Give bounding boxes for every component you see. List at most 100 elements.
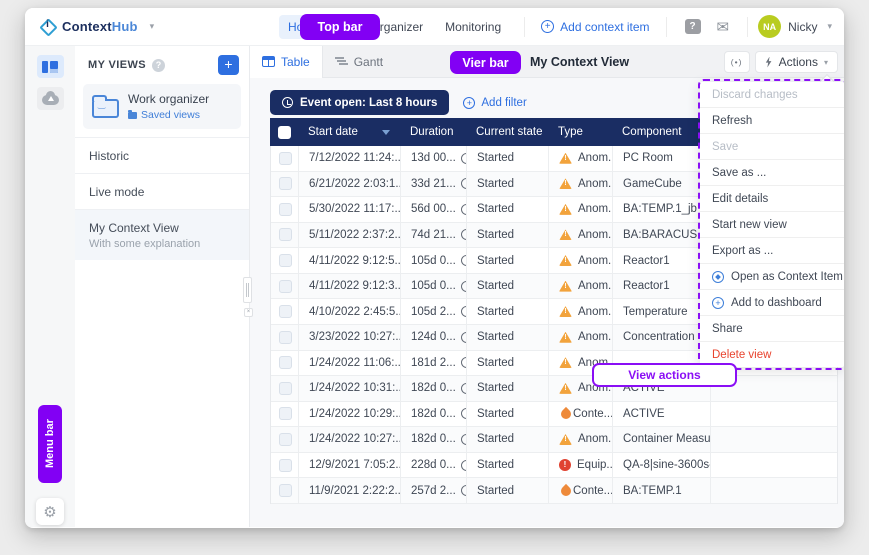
add-context-item-button[interactable]: + Add context item [535,20,655,34]
brand-chevron-down-icon[interactable]: ▾ [150,21,155,32]
menu-item-label: Discard changes [712,89,798,101]
menu-item-open-as-context-item-search[interactable]: Open as Context Item Search [700,264,844,290]
menu-item-label: Start new view [712,219,787,231]
cell-duration: 182d 0... [401,427,467,452]
divider [747,17,748,37]
cell-component: Reactor1 [613,274,711,299]
row-checkbox[interactable] [271,402,299,427]
duration-value: 182d 0... [411,433,456,445]
sidebar-collapse-button[interactable]: × [244,308,253,317]
warning-icon [559,178,572,189]
table-row[interactable]: 11/9/2021 2:22:2...257d 2...StartedConte… [271,478,837,504]
table-row[interactable]: 12/9/2021 7:05:2...228d 0...StartedEquip… [271,453,837,479]
row-checkbox[interactable] [271,478,299,503]
content-icon [559,407,573,421]
settings-button[interactable]: ⚙ [36,498,64,525]
type-label: Anom... [578,178,613,190]
sidebar-resize-handle[interactable] [243,277,252,303]
column-header-comp[interactable]: Component [612,126,710,138]
icon-rail: Menu bar ⚙ [25,46,75,527]
menu-item-share[interactable]: Share [700,316,844,342]
cell-current-state: Started [467,453,549,478]
row-checkbox[interactable] [271,376,299,401]
mail-icon[interactable]: ✉ [717,18,730,36]
row-checkbox[interactable] [271,172,299,197]
column-header-type[interactable]: Type [548,126,612,138]
checkbox-icon [279,459,292,472]
cell-start-date: 5/30/2022 11:17:... [299,197,401,222]
row-checkbox[interactable] [271,274,299,299]
live-mode-button[interactable]: (•) [724,51,750,73]
menu-item-export-as[interactable]: Export as ... [700,238,844,264]
help-icon[interactable]: ? [685,19,701,34]
column-header-state[interactable]: Current state [466,126,548,138]
cell-filler [711,453,837,478]
column-label: Start date [308,126,358,138]
menu-item-start-new-view[interactable]: Start new view [700,212,844,238]
plus-icon: + [541,20,554,33]
cell-start-date: 4/11/2022 9:12:5... [299,248,401,273]
add-view-button[interactable]: + [218,55,239,75]
add-filter-button[interactable]: + Add filter [463,97,526,109]
cell-start-date: 5/11/2022 2:37:2... [299,223,401,248]
sort-desc-icon [382,130,390,135]
select-all-checkbox[interactable] [270,126,298,139]
sidebar-help-icon[interactable]: ? [152,59,165,72]
tab-table[interactable]: Table [250,46,323,78]
duration-value: 181d 2... [411,357,456,369]
row-checkbox[interactable] [271,351,299,376]
menu-item-label: Open as Context Item Search [731,271,844,283]
app-window: i ContextHub ▾ Top bar HomeWork organize… [25,8,844,528]
row-checkbox[interactable] [271,453,299,478]
column-header-start[interactable]: Start date [298,126,400,138]
column-header-dur[interactable]: Duration [400,126,466,138]
table-row[interactable]: 1/24/2022 10:31:...182d 0...StartedAnom.… [271,376,837,402]
brand-logo[interactable]: i ContextHub ▾ [39,18,154,35]
view-actions-annotation: View actions [592,363,737,387]
type-label: Anom... [578,229,613,241]
menu-item-save-as[interactable]: Save as ... [700,160,844,186]
nav-item-monitoring[interactable]: Monitoring [436,15,510,39]
sidebar-view-item[interactable]: Live mode [75,173,249,209]
tab-label: Gantt [354,55,383,69]
row-checkbox[interactable] [271,197,299,222]
tab-gantt[interactable]: Gantt [323,46,395,78]
divider [524,17,525,37]
menu-item-label: Export as ... [712,245,773,257]
cell-current-state: Started [467,197,549,222]
divider [666,17,667,37]
row-checkbox[interactable] [271,427,299,452]
user-name[interactable]: Nicky [788,20,817,34]
event-filter-chip[interactable]: Event open: Last 8 hours [270,90,449,115]
menu-item-add-to-dashboard[interactable]: Add to dashboard [700,290,844,316]
cell-start-date: 6/21/2022 2:03:1... [299,172,401,197]
sidebar-view-item[interactable]: Historic [75,137,249,173]
table-row[interactable]: 1/24/2022 10:29:...182d 0...StartedConte… [271,402,837,428]
workspace-card[interactable]: Work organizer Saved views [83,84,241,129]
row-checkbox[interactable] [271,299,299,324]
menu-item-label: Save [712,141,738,153]
avatar[interactable]: NA [758,15,781,38]
menu-item-edit-details[interactable]: Edit details [700,186,844,212]
cell-type: Anom... [549,172,613,197]
table-row[interactable]: 1/24/2022 10:27:...182d 0...StartedAnom.… [271,427,837,453]
cloud-upload-rail-button[interactable] [37,87,64,110]
cell-type: Anom... [549,325,613,350]
cell-component: BA:TEMP.1_jb [613,197,711,222]
workspace-subtitle: Saved views [141,109,200,121]
checkbox-icon [279,484,292,497]
views-list: HistoricLive modeMy Context ViewWith som… [75,137,249,260]
cell-component: QA-8|sine-3600s-p... [613,453,711,478]
user-chevron-down-icon[interactable]: ▾ [827,21,832,32]
actions-button[interactable]: Actions ▾ [755,51,838,73]
my-views-rail-button[interactable] [37,55,64,78]
row-checkbox[interactable] [271,248,299,273]
row-checkbox[interactable] [271,325,299,350]
cell-component: Temperature [613,299,711,324]
bolt-icon [765,57,773,68]
brand-name: ContextHub [62,19,138,34]
row-checkbox[interactable] [271,223,299,248]
sidebar-view-item[interactable]: My Context ViewWith some explanation [75,209,249,260]
menu-item-refresh[interactable]: Refresh [700,108,844,134]
row-checkbox[interactable] [271,146,299,171]
